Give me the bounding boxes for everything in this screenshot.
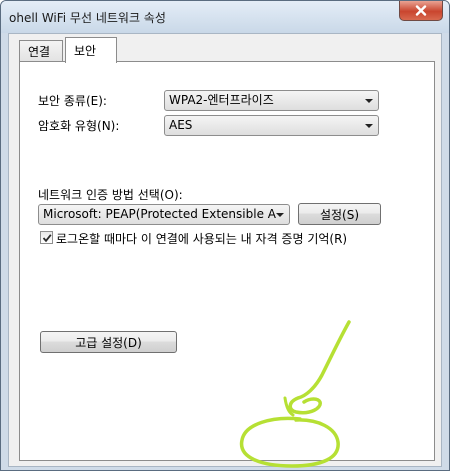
remember-credentials-checkbox[interactable] — [40, 231, 53, 244]
advanced-settings-button[interactable]: 고급 설정(D) — [40, 331, 177, 353]
properties-dialog: ohell WiFi 무선 네트워크 속성 연결 보안 보안 종류(E): WP… — [0, 0, 450, 471]
chevron-down-icon — [365, 124, 373, 128]
tab-connection-label: 연결 — [28, 45, 51, 59]
close-icon — [415, 5, 427, 16]
auth-method-value: Microsoft: PEAP(Protected Extensible A — [43, 207, 276, 221]
chevron-down-icon — [276, 213, 284, 217]
security-tab-panel: 보안 종류(E): WPA2-엔터프라이즈 암호화 유형(N): AES 네트워… — [19, 61, 435, 461]
encryption-type-label: 암호화 유형(N): — [38, 119, 120, 133]
chevron-down-icon — [365, 99, 373, 103]
window-title: ohell WiFi 무선 네트워크 속성 — [9, 11, 166, 25]
close-button[interactable] — [399, 1, 443, 21]
auth-method-label: 네트워크 인증 방법 선택(O): — [38, 188, 183, 202]
auth-method-dropdown[interactable]: Microsoft: PEAP(Protected Extensible A — [38, 204, 290, 225]
security-type-value: WPA2-엔터프라이즈 — [169, 93, 274, 107]
title-bar[interactable]: ohell WiFi 무선 네트워크 속성 — [1, 1, 449, 33]
remember-credentials-label[interactable]: 로그온할 때마다 이 연결에 사용되는 내 자격 증명 기억(R) — [56, 230, 347, 247]
security-type-dropdown[interactable]: WPA2-엔터프라이즈 — [164, 90, 379, 111]
tab-security[interactable]: 보안 — [65, 37, 117, 63]
security-type-label: 보안 종류(E): — [38, 94, 107, 108]
tab-connection[interactable]: 연결 — [19, 40, 63, 62]
auth-settings-button[interactable]: 설정(S) — [298, 203, 381, 225]
encryption-type-dropdown[interactable]: AES — [164, 115, 379, 136]
tab-security-label: 보안 — [74, 44, 97, 58]
encryption-type-value: AES — [169, 118, 193, 132]
dialog-body: 연결 보안 보안 종류(E): WPA2-엔터프라이즈 암호화 유형(N): A… — [8, 33, 442, 467]
checkmark-icon — [42, 234, 52, 243]
